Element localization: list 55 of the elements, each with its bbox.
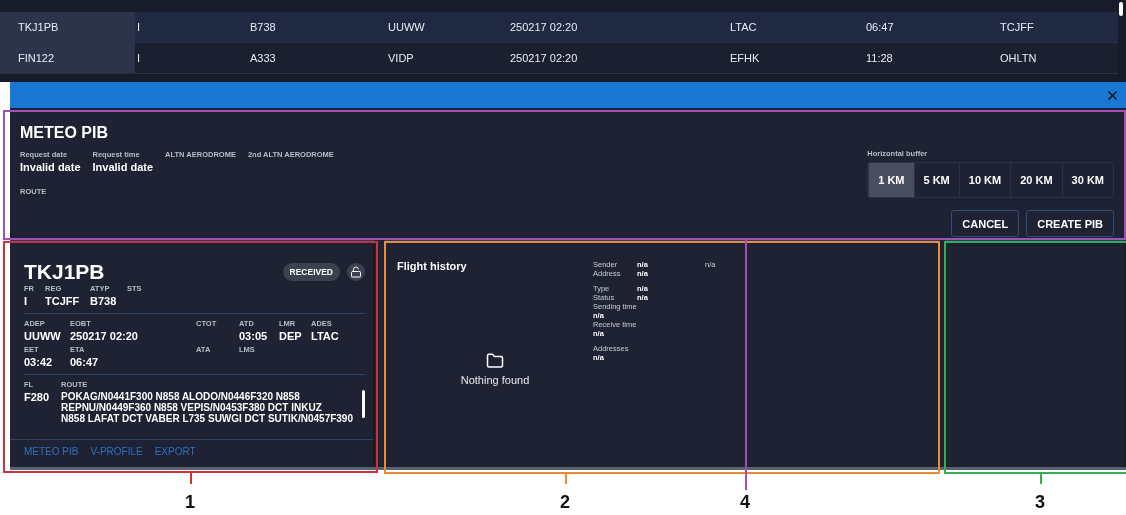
table-cell-text: A333 — [249, 51, 277, 66]
table-cell-text: B738 — [249, 20, 277, 35]
field-value: UUWW — [24, 330, 62, 342]
field-value: TCJFF — [45, 295, 81, 307]
route-text: N858 LAFAT DCT VABER L735 SUWGI DCT SUTIK/N0457F390 — [61, 413, 353, 424]
create-button[interactable]: CREATE PIB — [1026, 210, 1114, 237]
table-cell-text: 250217 02:20 — [509, 20, 579, 35]
buffer-option[interactable]: 10 KM — [958, 163, 1011, 197]
unlock-icon — [350, 266, 362, 278]
scrollbar-thumb[interactable] — [362, 390, 365, 418]
callout-number: 1 — [185, 492, 195, 513]
field-value: F280 — [24, 391, 50, 403]
table-cell-text: 250217 02:20 — [509, 51, 579, 66]
table-cell-text: TCJFF — [999, 20, 1035, 35]
table-cell-text: VIDP — [387, 51, 415, 66]
field-value: Invalid date — [20, 161, 81, 173]
panel-title: METEO PIB — [20, 124, 109, 142]
route-text: REPNU/N0449F360 N858 VEPIS/N0453F380 DCT INKUZ — [61, 402, 323, 413]
table-cell-text: 06:47 — [865, 20, 895, 35]
field-value: 03:05 — [239, 330, 269, 342]
cancel-button[interactable]: CANCEL — [951, 210, 1020, 237]
scrollbar-thumb[interactable] — [1119, 2, 1123, 16]
buffer-option[interactable]: 30 KM — [1061, 163, 1113, 197]
table-cell: FIN122 — [0, 43, 135, 73]
table-cell-text: I — [136, 20, 142, 35]
callsign: TKJ1PB — [24, 260, 105, 284]
field-value: I — [24, 295, 29, 307]
empty-message: Nothing found — [460, 374, 530, 386]
callout-number: 4 — [740, 492, 750, 513]
field-value: B738 — [90, 295, 118, 307]
folder-icon — [486, 352, 504, 370]
table-cell-text: 11:28 — [865, 51, 894, 66]
field-value: 06:47 — [70, 356, 100, 368]
field-value: LTAC — [311, 330, 340, 342]
buffer-option[interactable]: 5 KM — [913, 163, 959, 197]
panel-title: Flight history — [397, 260, 468, 272]
field-value: 03:42 — [24, 356, 54, 368]
table-cell-text: LTAC — [729, 20, 758, 35]
route-text: POKAG/N0441F300 N858 ALODO/N0446F320 N858 — [61, 391, 301, 402]
table-cell-text: UUWW — [387, 20, 426, 35]
table-cell-text: OHLTN — [999, 51, 1038, 66]
field-value: 250217 02:20 — [70, 330, 139, 342]
buffer-option[interactable]: 20 KM — [1010, 163, 1062, 197]
field-value: DEP — [279, 330, 303, 342]
field-value: Invalid date — [92, 161, 154, 173]
callout-number: 2 — [560, 492, 570, 513]
status-badge: RECEIVED — [282, 263, 340, 281]
table-cell-text: I — [136, 51, 142, 66]
buffer-option[interactable]: 1 KM — [868, 163, 914, 197]
table-cell: TKJ1PB — [0, 12, 135, 42]
table-row[interactable]: TKJ1PB I B738 UUWW 250217 02:20 LTAC 06:47 TCJFF — [0, 12, 1118, 43]
lock-button[interactable] — [347, 263, 365, 281]
table-row[interactable]: FIN122 I A333 VIDP 250217 02:20 EFHK 11:28 OHLTN — [0, 43, 1118, 74]
callout-number: 3 — [1035, 492, 1045, 513]
table-cell-text: EFHK — [729, 51, 761, 66]
